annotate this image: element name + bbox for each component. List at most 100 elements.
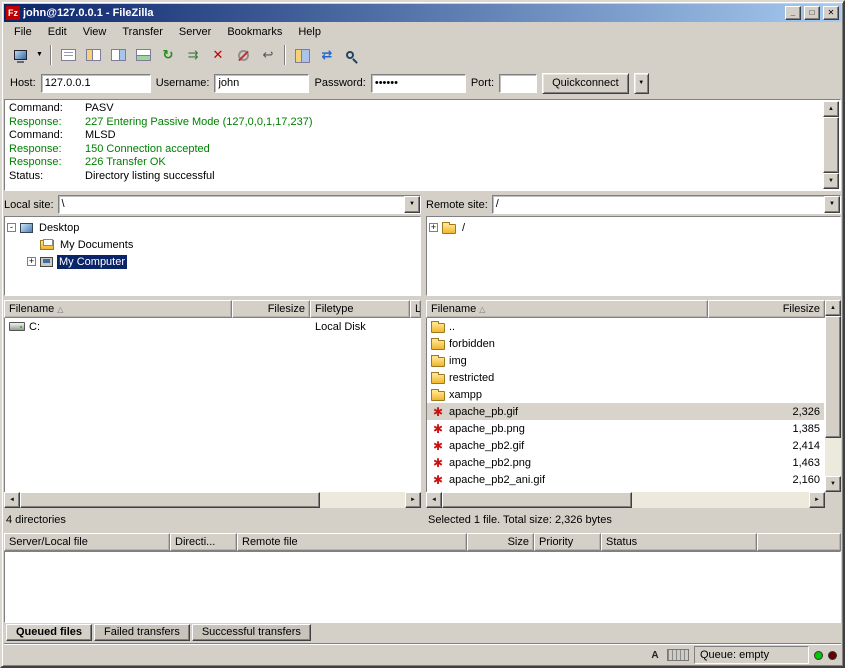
queue-view-icon bbox=[136, 49, 151, 61]
find-files-button[interactable] bbox=[340, 43, 364, 67]
toggle-remote-tree-button[interactable] bbox=[106, 43, 130, 67]
local-site-combobox[interactable]: \ ▼ bbox=[58, 195, 421, 214]
remote-list-header: Filename△ Filesize bbox=[426, 300, 825, 318]
local-hscrollbar[interactable]: ◄ ► bbox=[4, 492, 421, 508]
remote-file-row[interactable]: ✱apache_pb.png1,385 bbox=[427, 420, 824, 437]
remote-file-row[interactable]: restricted bbox=[427, 369, 824, 386]
synchronized-browsing-icon: ⇄ bbox=[318, 47, 336, 63]
transfer-type-icon[interactable]: A bbox=[648, 648, 662, 663]
log-scrollbar[interactable]: ▲ ▼ bbox=[823, 101, 839, 189]
menu-edit[interactable]: Edit bbox=[40, 24, 75, 40]
column-filesize[interactable]: Filesize bbox=[708, 300, 825, 318]
close-button[interactable]: ✕ bbox=[823, 6, 839, 20]
column-filetype[interactable]: Filetype bbox=[310, 300, 410, 318]
tree-item-my-documents[interactable]: My Documents bbox=[7, 236, 418, 253]
remote-file-row[interactable]: ✱apache_pb2.gif2,414 bbox=[427, 437, 824, 454]
log-text: 226 Transfer OK bbox=[85, 156, 166, 170]
synchronized-browsing-button[interactable]: ⇄ bbox=[315, 43, 339, 67]
scroll-down-icon[interactable]: ▼ bbox=[823, 173, 839, 189]
log-text: MLSD bbox=[85, 129, 116, 143]
column-priority[interactable]: Priority bbox=[534, 533, 601, 551]
column-direction[interactable]: Directi... bbox=[170, 533, 237, 551]
column-filename[interactable]: Filename△ bbox=[4, 300, 232, 318]
remote-file-row[interactable]: img bbox=[427, 352, 824, 369]
remote-file-row[interactable]: .. bbox=[427, 318, 824, 335]
column-size[interactable]: Size bbox=[467, 533, 534, 551]
process-queue-icon: ⇉ bbox=[184, 47, 202, 63]
column-filler bbox=[757, 533, 841, 551]
refresh-button[interactable]: ↻ bbox=[156, 43, 180, 67]
cancel-button[interactable]: ✕ bbox=[206, 43, 230, 67]
host-label: Host: bbox=[10, 77, 36, 89]
site-manager-dropdown[interactable]: ▼ bbox=[33, 43, 46, 67]
collapse-icon[interactable]: - bbox=[7, 223, 16, 232]
remote-vscrollbar[interactable]: ▲ ▼ bbox=[825, 300, 841, 492]
scroll-right-icon[interactable]: ► bbox=[809, 492, 825, 508]
expand-icon[interactable]: + bbox=[429, 223, 438, 232]
disconnect-button[interactable] bbox=[231, 43, 255, 67]
scroll-left-icon[interactable]: ◄ bbox=[4, 492, 20, 508]
username-input[interactable] bbox=[214, 74, 309, 93]
remote-file-row[interactable]: forbidden bbox=[427, 335, 824, 352]
combo-arrow-icon[interactable]: ▼ bbox=[824, 196, 840, 213]
menu-server[interactable]: Server bbox=[171, 24, 219, 40]
tab-queued-files[interactable]: Queued files bbox=[6, 624, 92, 641]
menu-file[interactable]: File bbox=[6, 24, 40, 40]
scroll-up-icon[interactable]: ▲ bbox=[823, 101, 839, 117]
scrollbar-thumb[interactable] bbox=[20, 492, 320, 508]
tab-successful-transfers[interactable]: Successful transfers bbox=[192, 624, 311, 641]
toggle-local-tree-button[interactable] bbox=[81, 43, 105, 67]
site-manager-button[interactable] bbox=[8, 43, 32, 67]
tree-item-root[interactable]: + / bbox=[429, 219, 838, 236]
scrollbar-thumb[interactable] bbox=[823, 117, 839, 173]
tree-item-my-computer[interactable]: + My Computer bbox=[7, 253, 418, 270]
combo-arrow-icon[interactable]: ▼ bbox=[404, 196, 420, 213]
encryption-indicator-icon[interactable] bbox=[667, 648, 689, 663]
column-filesize[interactable]: Filesize bbox=[232, 300, 310, 318]
remote-hscrollbar[interactable]: ◄ ► bbox=[426, 492, 825, 508]
scrollbar-thumb[interactable] bbox=[825, 316, 841, 438]
remote-site-combobox[interactable]: / ▼ bbox=[492, 195, 841, 214]
log-prefix: Response: bbox=[9, 116, 85, 130]
menu-help[interactable]: Help bbox=[290, 24, 329, 40]
scroll-right-icon[interactable]: ► bbox=[405, 492, 421, 508]
remote-directory-tree: + / bbox=[426, 216, 841, 296]
site-manager-icon bbox=[14, 50, 27, 60]
minimize-button[interactable]: _ bbox=[785, 6, 801, 20]
column-last-modified[interactable]: L bbox=[410, 300, 421, 318]
remote-file-row[interactable]: xampp bbox=[427, 386, 824, 403]
scroll-up-icon[interactable]: ▲ bbox=[825, 300, 841, 316]
quickconnect-dropdown[interactable]: ▼ bbox=[634, 73, 649, 94]
tab-failed-transfers[interactable]: Failed transfers bbox=[94, 624, 190, 641]
host-input[interactable] bbox=[41, 74, 151, 93]
local-file-row[interactable]: C: Local Disk bbox=[5, 318, 420, 335]
reconnect-button[interactable]: ↩ bbox=[256, 43, 280, 67]
remote-file-row[interactable]: ✱apache_pb2.png1,463 bbox=[427, 454, 824, 471]
password-input[interactable] bbox=[371, 74, 466, 93]
column-remote-file[interactable]: Remote file bbox=[237, 533, 467, 551]
process-queue-button[interactable]: ⇉ bbox=[181, 43, 205, 67]
scroll-left-icon[interactable]: ◄ bbox=[426, 492, 442, 508]
menu-view[interactable]: View bbox=[75, 24, 115, 40]
toggle-message-log-button[interactable] bbox=[56, 43, 80, 67]
remote-file-row-selected[interactable]: ✱apache_pb.gif2,326 bbox=[427, 403, 824, 420]
scroll-down-icon[interactable]: ▼ bbox=[825, 476, 841, 492]
menu-transfer[interactable]: Transfer bbox=[114, 24, 171, 40]
queue-tabs: Queued files Failed transfers Successful… bbox=[4, 623, 841, 643]
quickconnect-button[interactable]: Quickconnect bbox=[542, 73, 629, 94]
scrollbar-thumb[interactable] bbox=[442, 492, 632, 508]
menu-bookmarks[interactable]: Bookmarks bbox=[219, 24, 290, 40]
column-status[interactable]: Status bbox=[601, 533, 757, 551]
column-filename[interactable]: Filename△ bbox=[426, 300, 708, 318]
tree-item-desktop[interactable]: - Desktop bbox=[7, 219, 418, 236]
toggle-queue-button[interactable] bbox=[131, 43, 155, 67]
column-server-local-file[interactable]: Server/Local file bbox=[4, 533, 170, 551]
desktop-icon bbox=[20, 223, 33, 233]
maximize-button[interactable]: □ bbox=[804, 6, 820, 20]
expand-icon[interactable]: + bbox=[27, 257, 36, 266]
directory-comparison-button[interactable] bbox=[290, 43, 314, 67]
port-input[interactable] bbox=[499, 74, 537, 93]
transfer-queue-list[interactable] bbox=[4, 551, 841, 623]
remote-file-row[interactable]: ✱apache_pb2_ani.gif2,160 bbox=[427, 471, 824, 488]
log-prefix: Command: bbox=[9, 129, 85, 143]
